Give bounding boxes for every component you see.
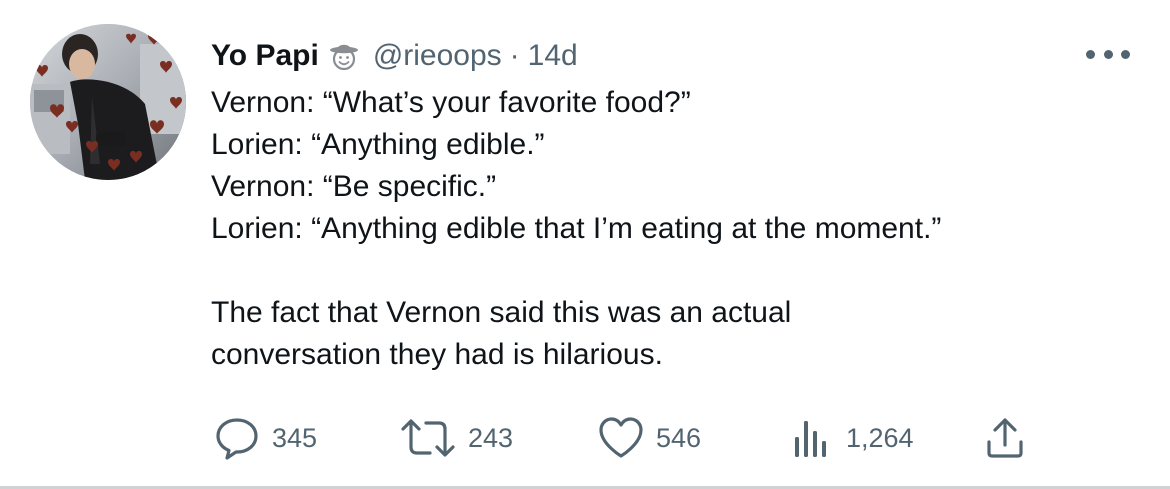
share-icon bbox=[982, 415, 1028, 461]
tweet-text-line: The fact that Vernon said this was an ac… bbox=[211, 296, 792, 329]
views-count: 1,264 bbox=[846, 422, 914, 453]
timestamp[interactable]: 14d bbox=[528, 39, 578, 73]
reply-button[interactable]: 345 bbox=[214, 414, 317, 462]
views-icon bbox=[792, 415, 834, 461]
tweet-text-line: Lorien: “Anything edible that I’m eating… bbox=[211, 212, 942, 245]
tweet-text-line: conversation they had is hilarious. bbox=[211, 338, 663, 371]
reply-count: 345 bbox=[272, 422, 318, 453]
more-options-icon bbox=[1103, 49, 1113, 59]
avatar-image bbox=[30, 24, 186, 180]
tweet-header: Yo Papi @rieoops · 14d bbox=[211, 36, 578, 76]
retweet-count: 243 bbox=[468, 422, 514, 453]
more-options-icon bbox=[1121, 49, 1130, 59]
more-options-icon bbox=[1086, 49, 1095, 59]
like-button[interactable]: 546 bbox=[598, 414, 701, 462]
author-handle[interactable]: @rieoops bbox=[373, 39, 502, 73]
retweet-button[interactable]: 243 bbox=[400, 414, 513, 462]
tweet-text-line: Vernon: “What’s your favorite food?” bbox=[211, 86, 691, 119]
header-separator: · bbox=[509, 39, 520, 72]
retweet-icon bbox=[400, 415, 456, 461]
reply-icon bbox=[214, 415, 260, 461]
tweet-text-line: Lorien: “Anything edible.” bbox=[211, 128, 545, 161]
tweet-card[interactable]: Yo Papi @rieoops · 14d Vernon: “What’s y… bbox=[0, 0, 1170, 489]
heart-icon bbox=[598, 415, 644, 461]
more-options-button[interactable] bbox=[1086, 42, 1130, 66]
tweet-text-line: Vernon: “Be specific.” bbox=[211, 170, 497, 203]
cowboy-hat-face-emoji-icon bbox=[329, 41, 359, 71]
tweet-text: Vernon: “What’s your favorite food?” Lor… bbox=[211, 82, 1141, 376]
views-button[interactable]: 1,264 bbox=[792, 414, 914, 462]
display-name[interactable]: Yo Papi bbox=[211, 39, 319, 73]
share-button[interactable] bbox=[982, 414, 1028, 462]
like-count: 546 bbox=[656, 422, 702, 453]
avatar[interactable] bbox=[30, 24, 186, 180]
